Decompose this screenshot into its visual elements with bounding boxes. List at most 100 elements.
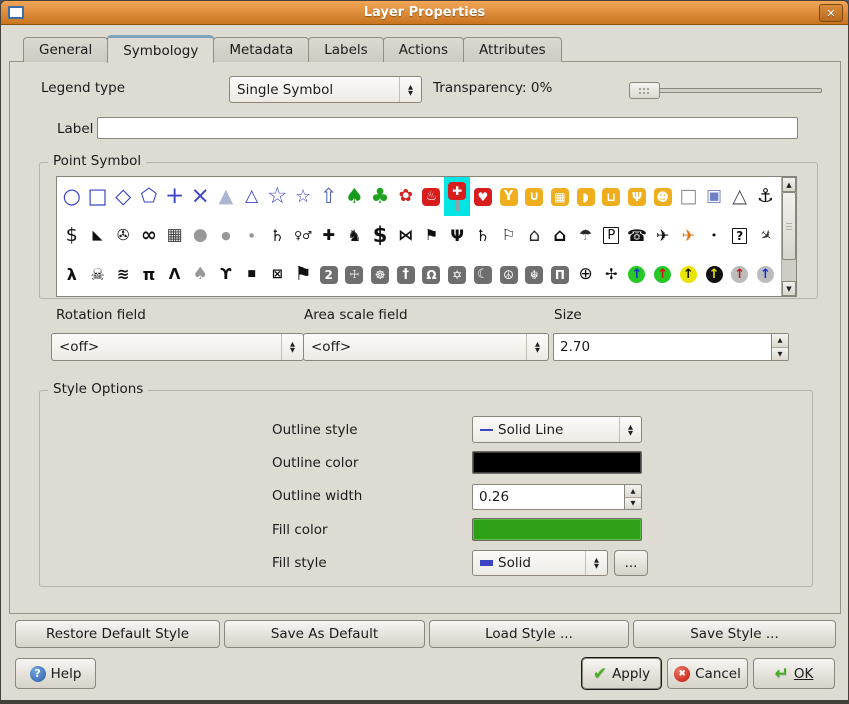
- symbol-building[interactable]: ▦: [162, 216, 188, 255]
- symbol-khanda[interactable]: ☬: [521, 255, 547, 294]
- symbol-house[interactable]: ⌂: [547, 216, 573, 255]
- symbol-cross-x[interactable]: ×: [187, 177, 213, 216]
- symbol-restaurant[interactable]: Ψ: [624, 177, 650, 216]
- tab-actions[interactable]: Actions: [383, 37, 464, 62]
- symbol-airport[interactable]: ✈: [650, 216, 676, 255]
- fill-color-button[interactable]: [472, 518, 642, 541]
- symbol-scrollbar[interactable]: [781, 177, 796, 296]
- symbol-first-aid[interactable]: ✚: [316, 216, 342, 255]
- symbol-tree-gray[interactable]: ♠: [187, 255, 213, 294]
- symbol-symbols-misc[interactable]: ☩: [342, 255, 368, 294]
- symbol-circle-medium[interactable]: ●: [213, 216, 239, 255]
- scroll-down-icon[interactable]: [782, 281, 796, 296]
- tab-labels[interactable]: Labels: [308, 37, 383, 62]
- symbol-unknown[interactable]: ?: [727, 216, 753, 255]
- tab-attributes[interactable]: Attributes: [463, 37, 562, 62]
- symbol-arrow-yellow-on-black[interactable]: ↑: [701, 255, 727, 294]
- symbol-square-dot[interactable]: ■: [239, 255, 265, 294]
- symbol-hospital-selected[interactable]: ✚: [444, 177, 470, 216]
- spin-down-icon[interactable]: [772, 348, 788, 361]
- tab-metadata[interactable]: Metadata: [213, 37, 309, 62]
- symbol-list[interactable]: ○□◇⬠+×▲△☆☆⇧♠♣✿♨✚♥Y∪▦◗⊔Ψ☻□▣△⚓$◣✇∞▦●●●♄♀♂✚…: [56, 176, 797, 297]
- symbol-anchor[interactable]: ⚓: [753, 177, 779, 216]
- symbol-fuel[interactable]: ♄: [265, 216, 291, 255]
- symbol-tent[interactable]: Λ: [162, 255, 188, 294]
- symbol-triangle[interactable]: △: [239, 177, 265, 216]
- symbol-camera[interactable]: ✇: [110, 216, 136, 255]
- symbol-arrow-black-on-yellow[interactable]: ↑: [676, 255, 702, 294]
- symbol-square-nested[interactable]: ▣: [701, 177, 727, 216]
- symbol-money[interactable]: $: [367, 216, 393, 255]
- ok-button[interactable]: ↵ OK: [753, 658, 835, 689]
- symbol-dot[interactable]: •: [701, 216, 727, 255]
- symbol-arrow-blue-on-gray[interactable]: ↑: [753, 255, 779, 294]
- outline-width-spinbox[interactable]: 0.26: [472, 484, 642, 510]
- combo-spinner-icon[interactable]: [526, 334, 548, 360]
- symbol-square-empty[interactable]: □: [676, 177, 702, 216]
- titlebar[interactable]: Layer Properties ✕: [1, 1, 848, 25]
- symbol-mine[interactable]: ⊠: [265, 255, 291, 294]
- legend-type-combo[interactable]: Single Symbol: [229, 76, 422, 103]
- symbol-pentagon[interactable]: ⬠: [136, 177, 162, 216]
- symbol-entertainment[interactable]: ☻: [650, 177, 676, 216]
- symbol-hiker[interactable]: ϒ: [213, 255, 239, 294]
- symbol-flag-large[interactable]: ⚑: [290, 255, 316, 294]
- save-style-button[interactable]: Save Style ...: [633, 620, 836, 648]
- fill-style-combo[interactable]: Solid: [472, 550, 608, 576]
- close-button[interactable]: ✕: [819, 4, 843, 22]
- combo-spinner-icon[interactable]: [585, 551, 607, 575]
- symbol-flag-small[interactable]: ⚑: [419, 216, 445, 255]
- symbol-park-heart[interactable]: ♥: [470, 177, 496, 216]
- scroll-up-icon[interactable]: [782, 177, 796, 192]
- spin-up-icon[interactable]: [625, 485, 641, 498]
- symbol-people-circle[interactable]: ☮: [496, 255, 522, 294]
- symbol-plane-landing[interactable]: ✈: [753, 216, 779, 255]
- symbol-triangle-filled[interactable]: ▲: [213, 177, 239, 216]
- symbol-tree-round[interactable]: ♣: [367, 177, 393, 216]
- size-spinbox[interactable]: 2.70: [553, 333, 789, 361]
- symbol-plus[interactable]: +: [162, 177, 188, 216]
- symbol-dharma-wheel[interactable]: ☸: [367, 255, 393, 294]
- symbol-circle[interactable]: ○: [59, 177, 85, 216]
- symbol-pizzeria[interactable]: ◗: [573, 177, 599, 216]
- combo-spinner-icon[interactable]: [399, 77, 421, 102]
- symbol-deer[interactable]: ♞: [342, 216, 368, 255]
- tab-symbology[interactable]: Symbology: [107, 35, 214, 63]
- symbol-skull[interactable]: ☠: [85, 255, 111, 294]
- symbol-fuel-pump[interactable]: ♄: [470, 216, 496, 255]
- symbol-toilets[interactable]: ♀♂: [290, 216, 316, 255]
- area-scale-field-combo[interactable]: <off>: [303, 333, 549, 361]
- symbol-star-of-david[interactable]: ✡: [444, 255, 470, 294]
- symbol-arrow-red-on-green[interactable]: ↑: [650, 255, 676, 294]
- outline-style-combo[interactable]: Solid Line: [472, 416, 642, 443]
- symbol-crescent[interactable]: ☾: [470, 255, 496, 294]
- symbol-boat[interactable]: ◣: [85, 216, 111, 255]
- label-input[interactable]: [97, 117, 798, 139]
- save-as-default-button[interactable]: Save As Default: [224, 620, 425, 648]
- symbol-golf[interactable]: ⚐: [496, 216, 522, 255]
- symbol-circle-small[interactable]: ●: [239, 216, 265, 255]
- symbol-star[interactable]: ☆: [290, 177, 316, 216]
- symbol-star-large[interactable]: ☆: [265, 177, 291, 216]
- symbol-house-outline[interactable]: ⌂: [521, 216, 547, 255]
- symbol-prayer[interactable]: 2: [316, 255, 342, 294]
- symbol-dollar[interactable]: $: [59, 216, 85, 255]
- tab-general[interactable]: General: [23, 37, 108, 62]
- apply-button[interactable]: ✔ Apply: [582, 658, 661, 689]
- spin-up-icon[interactable]: [772, 334, 788, 348]
- restore-default-style-button[interactable]: Restore Default Style: [15, 620, 220, 648]
- symbol-arrow-blue-on-green[interactable]: ↑: [624, 255, 650, 294]
- symbol-skier[interactable]: λ: [59, 255, 85, 294]
- scrollbar-thumb[interactable]: [782, 192, 796, 260]
- symbol-car[interactable]: ∞: [136, 216, 162, 255]
- outline-color-button[interactable]: [472, 451, 642, 474]
- symbol-airfield[interactable]: ✈: [676, 216, 702, 255]
- symbol-cinema[interactable]: ▦: [547, 177, 573, 216]
- symbol-restaurant-fork[interactable]: Ψ: [444, 216, 470, 255]
- transparency-slider[interactable]: [629, 82, 822, 99]
- slider-handle[interactable]: [629, 82, 660, 99]
- combo-spinner-icon[interactable]: [619, 417, 641, 442]
- symbol-flower[interactable]: ✿: [393, 177, 419, 216]
- symbol-museum[interactable]: Π: [547, 255, 573, 294]
- fill-style-more-button[interactable]: ...: [614, 550, 648, 576]
